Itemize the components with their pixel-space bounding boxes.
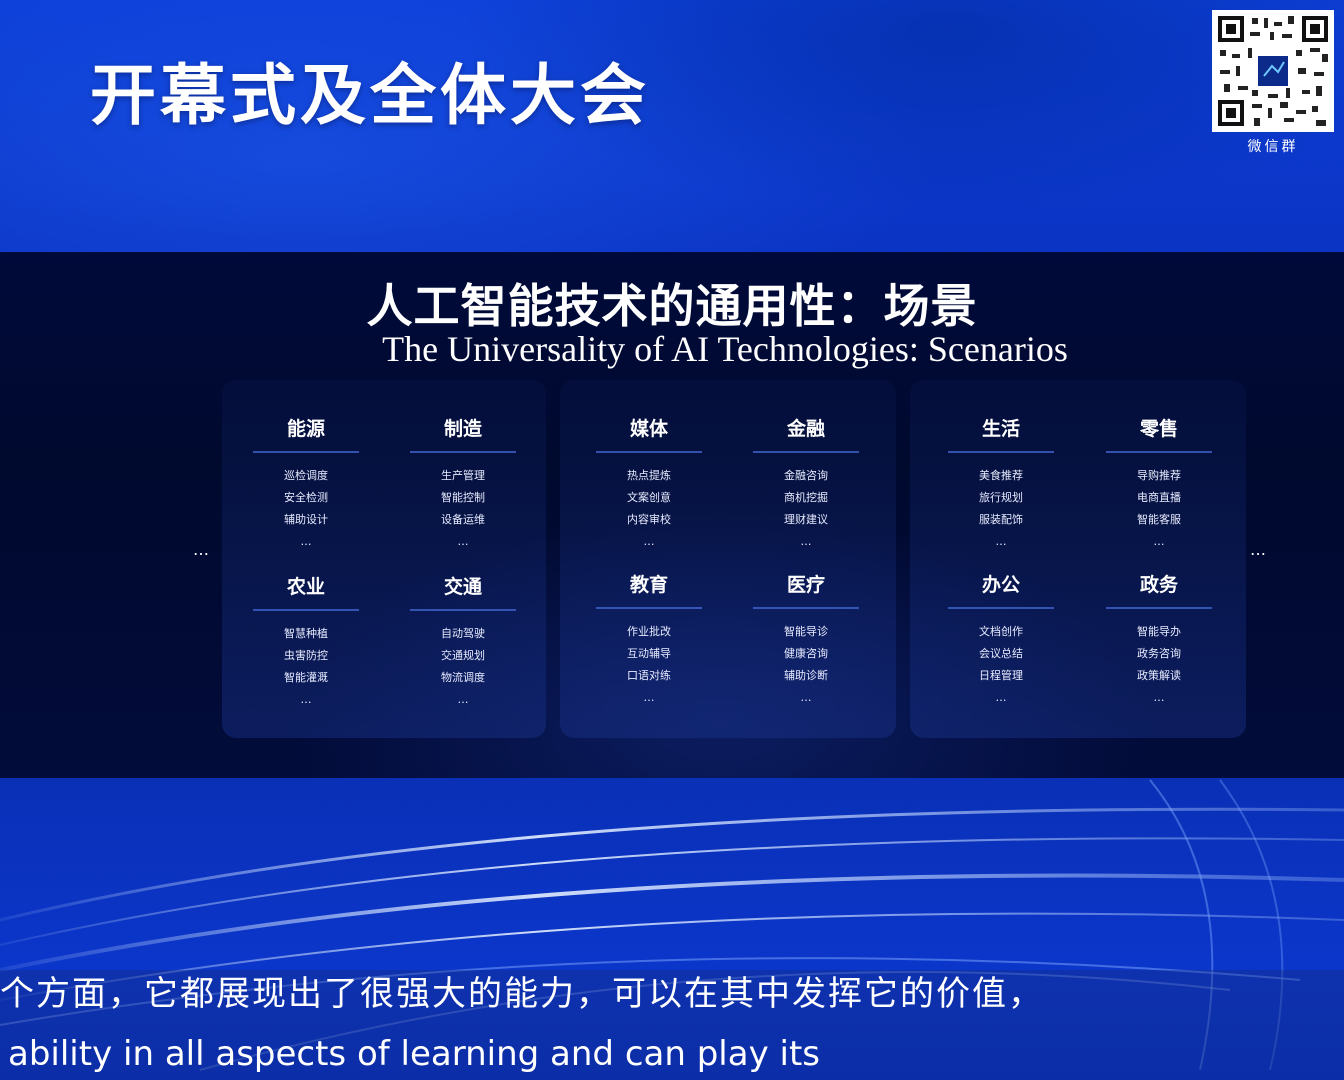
- scenario-item: 生产管理: [441, 469, 485, 482]
- scenario-category: 金融金融咨询商机挖掘理财建议 …: [753, 414, 859, 553]
- scenario-item: …: [995, 535, 1007, 548]
- scenario-item: 电商直播: [1137, 491, 1181, 504]
- scenario-category: 办公文档创作会议总结日程管理 …: [948, 570, 1054, 709]
- scenario-category: 政务智能导办政务咨询政策解读 …: [1106, 570, 1212, 709]
- scenario-item: 导购推荐: [1137, 469, 1181, 482]
- scenario-category: 农业智慧种植虫害防控智能灌溉 …: [253, 572, 359, 711]
- scenario-item: …: [1153, 535, 1165, 548]
- scenario-item: …: [457, 535, 469, 548]
- scenario-item-list: 生产管理智能控制设备运维 …: [410, 465, 516, 553]
- scenario-category: 生活美食推荐旅行规划服装配饰 …: [948, 414, 1054, 553]
- scenario-item: 文档创作: [979, 625, 1023, 638]
- scenario-category-title: 金融: [753, 414, 859, 453]
- more-right-indicator: …: [1250, 540, 1267, 559]
- scenario-item: 服装配饰: [979, 513, 1023, 526]
- scenario-item: 作业批改: [627, 625, 671, 638]
- scenario-item-list: 文档创作会议总结日程管理 …: [948, 621, 1054, 709]
- scenario-item: 旅行规划: [979, 491, 1023, 504]
- subtitle-cn: 个方面，它都展现出了很强大的能力，可以在其中发挥它的价值，: [0, 974, 1044, 1014]
- scenario-item: 互动辅导: [627, 647, 671, 660]
- scenario-item: 内容审校: [627, 513, 671, 526]
- scenario-category: 医疗智能导诊健康咨询辅助诊断 …: [753, 570, 859, 709]
- scenario-item-list: 智能导办政务咨询政策解读 …: [1106, 621, 1212, 709]
- scenario-item: 智能导办: [1137, 625, 1181, 638]
- scenario-item-list: 自动驾驶交通规划物流调度 …: [410, 623, 516, 711]
- scenario-category: 教育作业批改互动辅导口语对练 …: [596, 570, 702, 709]
- scenario-item-list: 美食推荐旅行规划服装配饰 …: [948, 465, 1054, 553]
- qr-label: 微信群: [1247, 139, 1299, 155]
- qr-code-icon: [1212, 10, 1334, 132]
- scenario-category-title: 制造: [410, 414, 516, 453]
- scenario-item: 辅助诊断: [784, 669, 828, 682]
- scenario-category: 媒体热点提炼文案创意内容审校 …: [596, 414, 702, 553]
- more-left-indicator: …: [193, 540, 210, 559]
- scenario-item: 口语对练: [627, 669, 671, 682]
- scenario-category-title: 生活: [948, 414, 1054, 453]
- scenario-item-list: 导购推荐电商直播智能客服 …: [1106, 465, 1212, 553]
- banner-title: 开幕式及全体大会: [90, 57, 650, 134]
- subtitle-en: ability in all aspects of learning and c…: [8, 1034, 820, 1074]
- scenario-category-title: 媒体: [596, 414, 702, 453]
- scenario-category-title: 办公: [948, 570, 1054, 609]
- slide-title-en: The Universality of AI Technologies: Sce…: [382, 329, 1068, 369]
- scenario-category: 制造生产管理智能控制设备运维 …: [410, 414, 516, 553]
- scenario-item: 安全检测: [284, 491, 328, 504]
- scenario-category-title: 交通: [410, 572, 516, 611]
- scenario-item: 交通规划: [441, 649, 485, 662]
- scenario-item: 虫害防控: [284, 649, 328, 662]
- scenario-item: 文案创意: [627, 491, 671, 504]
- scenario-category-title: 政务: [1106, 570, 1212, 609]
- scenario-item: 日程管理: [979, 669, 1023, 682]
- scenario-item-list: 巡检调度安全检测辅助设计 …: [253, 465, 359, 553]
- scenario-item-list: 热点提炼文案创意内容审校 …: [596, 465, 702, 553]
- scenario-item: …: [1153, 691, 1165, 704]
- scenario-category: 交通自动驾驶交通规划物流调度 …: [410, 572, 516, 711]
- scenario-item-list: 智慧种植虫害防控智能灌溉 …: [253, 623, 359, 711]
- scenario-item: …: [800, 691, 812, 704]
- scenario-item: …: [643, 691, 655, 704]
- scenario-item: 会议总结: [979, 647, 1023, 660]
- scenario-item: 智能导诊: [784, 625, 828, 638]
- scenario-item: …: [995, 691, 1007, 704]
- scenario-item: 设备运维: [441, 513, 485, 526]
- scenario-item: 智能控制: [441, 491, 485, 504]
- scenario-category: 零售导购推荐电商直播智能客服 …: [1106, 414, 1212, 553]
- slide-title-cn: 人工智能技术的通用性：场景: [366, 279, 978, 333]
- scenario-category-title: 教育: [596, 570, 702, 609]
- scenario-item: 智能客服: [1137, 513, 1181, 526]
- scenario-item: 物流调度: [441, 671, 485, 684]
- scenario-item: 自动驾驶: [441, 627, 485, 640]
- scenario-item: 巡检调度: [284, 469, 328, 482]
- scenario-item: 智能灌溉: [284, 671, 328, 684]
- scenario-item-list: 金融咨询商机挖掘理财建议 …: [753, 465, 859, 553]
- scenario-item: 商机挖掘: [784, 491, 828, 504]
- scenario-item: …: [643, 535, 655, 548]
- scenario-item: 政策解读: [1137, 669, 1181, 682]
- scenario-item-list: 智能导诊健康咨询辅助诊断 …: [753, 621, 859, 709]
- scenario-item: 辅助设计: [284, 513, 328, 526]
- wechat-group-qr: 微信群: [1212, 10, 1334, 156]
- scenario-item: …: [457, 693, 469, 706]
- scenario-category-title: 农业: [253, 572, 359, 611]
- scenario-item: 理财建议: [784, 513, 828, 526]
- scenario-item: 健康咨询: [784, 647, 828, 660]
- scenario-item: 智慧种植: [284, 627, 328, 640]
- scenario-item: 美食推荐: [979, 469, 1023, 482]
- scenario-item: …: [300, 693, 312, 706]
- scenario-category: 能源巡检调度安全检测辅助设计 …: [253, 414, 359, 553]
- scenario-item: 政务咨询: [1137, 647, 1181, 660]
- scenario-item-list: 作业批改互动辅导口语对练 …: [596, 621, 702, 709]
- scenario-item: …: [800, 535, 812, 548]
- scenario-item: 金融咨询: [784, 469, 828, 482]
- scenario-item: 热点提炼: [627, 469, 671, 482]
- scenario-item: …: [300, 535, 312, 548]
- scenario-category-title: 能源: [253, 414, 359, 453]
- scenario-category-title: 零售: [1106, 414, 1212, 453]
- scenario-category-title: 医疗: [753, 570, 859, 609]
